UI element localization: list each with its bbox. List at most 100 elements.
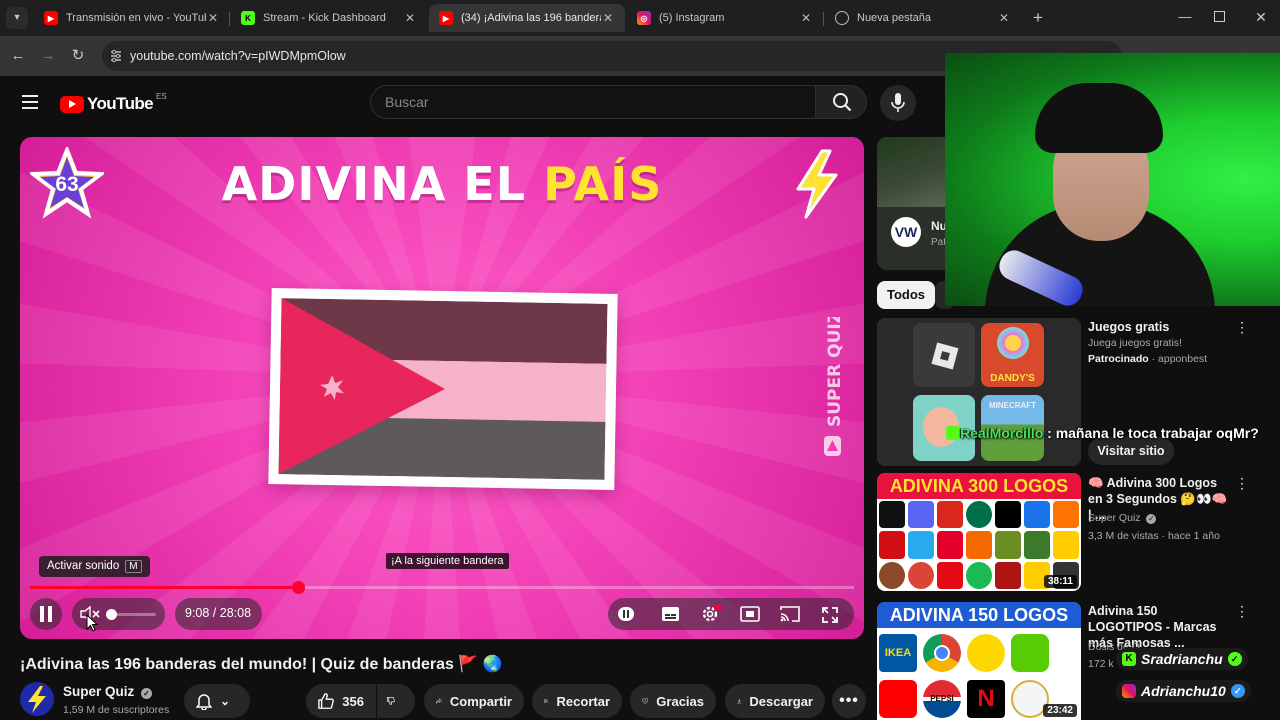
miniplayer-button[interactable] [740,606,760,622]
thanks-button[interactable]: Gracias [630,684,716,718]
youtube-play-icon [60,95,84,113]
region-code: ES [156,91,167,101]
clip-button[interactable]: Recortar [532,684,622,718]
thumbs-up-icon [318,693,334,709]
filter-chip-all[interactable]: Todos [877,281,936,309]
roblox-logo-icon [931,342,959,370]
cast-icon [780,606,800,622]
bell-icon [196,694,212,710]
subtitles-icon [662,607,679,621]
video-age: hace 1 año [1167,530,1220,542]
video-thumbnail-2[interactable]: ADIVINA 150 LOGOS IKEA PEPSI N 23:42 [877,602,1081,720]
search-input[interactable]: Buscar [370,85,815,119]
tab-title: Stream - Kick Dashboard [263,12,386,24]
close-window-button[interactable]: ✕ [1252,8,1270,26]
progress-bar[interactable] [30,581,854,594]
chat-overlay-message: RealMorcillo : mañana le toca trabajar o… [946,424,1259,442]
new-tab-button[interactable]: + [1028,8,1048,28]
site-settings-icon[interactable] [110,49,122,63]
more-actions-icon[interactable]: ⋮ [1235,475,1249,492]
flower-icon [997,327,1029,359]
progress-scrubber[interactable] [291,581,305,594]
close-tab-icon[interactable]: ✕ [997,11,1011,25]
browser-tab-2[interactable]: K Stream - Kick Dashboard ✕ [231,4,427,32]
thumbnail-banner: ADIVINA 150 LOGOS [877,602,1081,628]
view-count: 3,3 M de vistas [1088,530,1159,542]
notifications-button[interactable]: ⌄ [184,684,250,718]
sponsored-thumbnail[interactable]: DANDY'S MINECRAFT [877,318,1081,466]
cast-button[interactable] [780,606,800,622]
tab-search-button[interactable]: ▾ [6,7,28,29]
scissors-icon [544,698,549,704]
pause-button[interactable] [39,606,55,622]
youtube-favicon: ▶ [439,11,453,25]
lightning-bolt-icon [796,149,838,219]
kick-handle: Sradrianchu [1141,651,1223,667]
ad-thumbnail[interactable]: VW Nu Pat [877,137,947,270]
browser-tab-4[interactable]: ◎ (5) Instagram ✕ [627,4,823,32]
shortcut-key: M [125,560,142,573]
right-controls-pill [608,598,854,630]
channel-avatar[interactable] [20,682,54,716]
globe-icon [835,11,849,25]
youtube-favicon: ▶ [44,11,58,25]
thumbnail-banner: ADIVINA 300 LOGOS [877,473,1081,499]
channel-name-text: Super Quiz [63,684,135,699]
meta-dot: · [1158,530,1168,542]
browser-tab-1[interactable]: ▶ Transmisión en vivo - YouTube ✕ [34,4,230,32]
video-player[interactable]: 63 ADIVINA EL PAÍS SUPER QUIZ ¡A la sigu… [20,137,864,639]
browser-tab-3[interactable]: ▶ (34) ¡Adivina las 196 banderas d ✕ [429,4,625,32]
minimize-button[interactable]: — [1176,8,1194,26]
like-count: 356 [342,693,364,709]
youtube-logo[interactable]: YouTube ES [60,91,167,115]
channel-name[interactable]: Super Quiz ✓ [63,684,153,699]
subtitles-button[interactable] [661,606,680,622]
fullscreen-button[interactable] [822,607,838,623]
sponsored-title[interactable]: Juegos gratis [1088,319,1169,335]
share-button[interactable]: Compartir [424,684,524,718]
progress-fill [30,586,298,589]
tab-title: (5) Instagram [659,12,725,24]
quiz-title-highlight: PAÍS [543,157,663,211]
subscriber-count: 1,59 M de suscriptores [63,704,170,716]
video-duration: 23:42 [1043,704,1077,717]
close-tab-icon[interactable]: ✕ [206,11,220,25]
more-actions-button[interactable]: ••• [832,684,866,718]
volkswagen-logo: VW [891,217,921,247]
dandys-tile: DANDY'S [981,323,1044,387]
browser-tab-5[interactable]: Nueva pestaña ✕ [825,4,1021,32]
url-text: youtube.com/watch?v=pIWDMpmOlow [130,49,346,63]
chrome-logo [923,634,961,672]
download-button[interactable]: Descargar [725,684,825,718]
video-thumbnail-1[interactable]: ADIVINA 300 LOGOS 38:11 [877,473,1081,591]
more-actions-icon[interactable]: ⋮ [1235,319,1249,336]
lightning-bolt-icon [28,686,46,713]
back-button[interactable]: ← [6,44,30,68]
close-tab-icon[interactable]: ✕ [403,11,417,25]
jordan-flag [278,298,608,480]
miniplayer-icon [740,606,760,622]
instagram-handle-badge: Adrianchu10 ✓ [1116,680,1251,702]
menu-icon[interactable] [22,95,38,109]
voice-search-button[interactable] [880,85,916,121]
close-tab-icon[interactable]: ✕ [601,11,615,25]
forward-button[interactable]: → [36,44,60,68]
maximize-button[interactable] [1214,11,1225,22]
verified-icon: ✓ [1146,514,1157,524]
volume-slider[interactable] [106,609,156,620]
reload-button[interactable]: ↻ [66,44,90,68]
thanks-label: Gracias [656,693,704,709]
more-actions-icon[interactable]: ⋮ [1235,603,1249,620]
close-tab-icon[interactable]: ✕ [799,11,813,25]
browser-tab-strip: ▾ ▶ Transmisión en vivo - YouTube ✕ K St… [0,0,1280,36]
autoplay-toggle[interactable] [618,607,634,621]
ad-snippet-line2: Pat [931,237,947,248]
volume-knob[interactable] [106,609,117,620]
dislike-button[interactable] [377,684,415,718]
video-meta: 3,3 M de vistas · hace 1 año [1088,530,1220,542]
search-button[interactable] [815,85,867,119]
channel-name[interactable]: Super Quiz ✓ [1088,512,1157,524]
like-button[interactable]: 356 [306,684,376,718]
verified-icon: ✓ [141,688,153,699]
settings-button[interactable] [701,605,721,623]
